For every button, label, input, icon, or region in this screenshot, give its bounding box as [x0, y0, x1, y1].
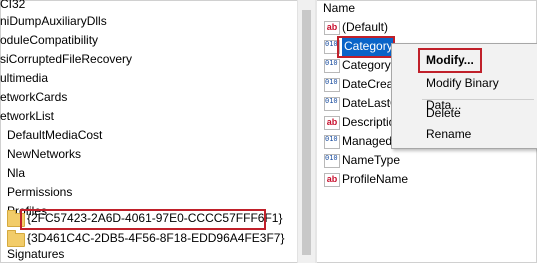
tree-item-label: siCorruptedFileRecovery	[0, 52, 133, 66]
tree-item[interactable]: etworkList	[0, 107, 54, 126]
context-menu: Modify... Modify Binary Data... Delete R…	[391, 43, 537, 149]
menu-item-rename[interactable]: Rename	[392, 123, 537, 145]
tree-item-label: etworkList	[0, 109, 55, 123]
value-name: (Default)	[342, 20, 389, 34]
tree-item[interactable]: Permissions	[7, 183, 72, 202]
menu-item-delete[interactable]: Delete	[392, 102, 537, 124]
tree-item-label: ultimedia	[0, 71, 49, 85]
tree-item-label: NewNetworks	[7, 147, 82, 161]
highlight-box-profile-key	[20, 209, 266, 230]
tree-item-label: Nla	[7, 166, 26, 180]
binary-value-icon: 010 110	[324, 97, 340, 111]
registry-key-tree: CI32 niDumpAuxiliaryDlls oduleCompatibil…	[0, 0, 296, 263]
tree-item-label: Permissions	[7, 185, 73, 199]
tree-scrollbar[interactable]	[297, 0, 315, 263]
tree-item[interactable]: Nla	[7, 164, 25, 183]
value-name: ProfileName	[342, 172, 409, 186]
value-name: Descriptio	[342, 115, 396, 129]
menu-separator	[422, 99, 534, 100]
tree-item-label: etworkCards	[0, 90, 68, 104]
tree-item[interactable]: Signatures	[7, 245, 64, 263]
highlight-box-modify	[418, 48, 482, 73]
tree-item-label: {3D461C4C-2DB5-4F56-8F18-EDD96A4FE3F7}	[27, 231, 285, 245]
tree-item-label: DefaultMediaCost	[7, 128, 103, 142]
menu-item-label: Rename	[426, 127, 472, 141]
binary-value-icon: 010 110	[324, 154, 340, 168]
string-value-icon: ab	[324, 21, 340, 35]
highlight-box-category	[337, 36, 395, 58]
value-name: NameType	[342, 153, 401, 167]
value-name: DateCreat	[342, 77, 397, 91]
value-name: CategoryT	[342, 58, 399, 72]
tree-item[interactable]: siCorruptedFileRecovery	[0, 50, 132, 69]
tree-item[interactable]: oduleCompatibility	[0, 31, 98, 50]
tree-item[interactable]: etworkCards	[0, 88, 67, 107]
menu-item-modify-binary-data[interactable]: Modify Binary Data...	[392, 72, 537, 112]
tree-item-label: CI32	[0, 0, 26, 11]
value-name: Managed	[342, 134, 393, 148]
tree-item[interactable]: NewNetworks	[7, 145, 81, 164]
tree-item[interactable]: ultimedia	[0, 69, 48, 88]
binary-value-icon: 010 110	[324, 78, 340, 92]
string-value-icon: ab	[324, 173, 340, 187]
tree-item[interactable]: niDumpAuxiliaryDlls	[0, 12, 107, 31]
string-value-icon: ab	[324, 116, 340, 130]
binary-value-icon: 010 110	[324, 59, 340, 73]
binary-value-icon: 010 110	[324, 135, 340, 149]
tree-item-label: niDumpAuxiliaryDlls	[0, 14, 107, 28]
scrollbar-thumb[interactable]	[302, 10, 311, 255]
tree-item-label: oduleCompatibility	[0, 33, 99, 47]
menu-item-label: Delete	[426, 106, 461, 120]
column-header-name[interactable]: Name	[323, 0, 355, 18]
tree-item-label: Signatures	[7, 247, 65, 261]
tree-item[interactable]: DefaultMediaCost	[7, 126, 102, 145]
